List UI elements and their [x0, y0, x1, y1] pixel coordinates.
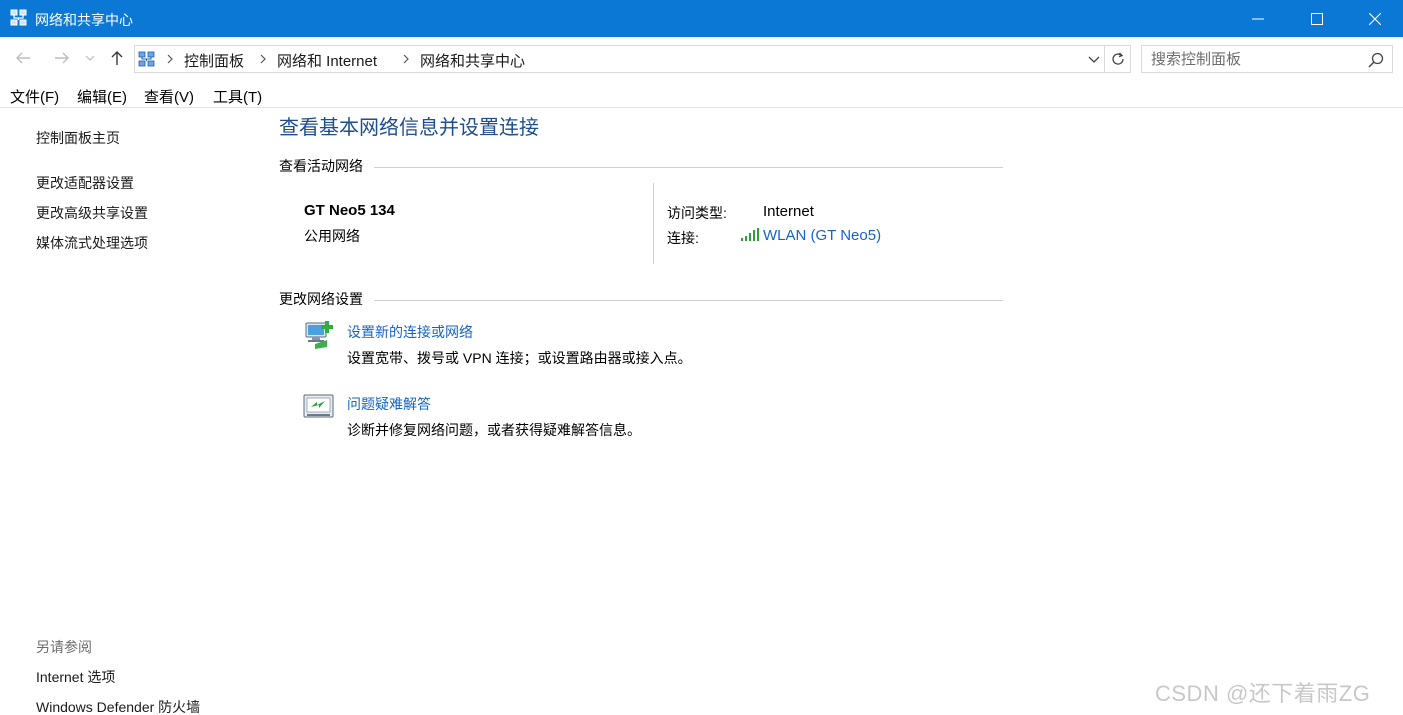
breadcrumb-separator-icon [403, 54, 409, 64]
setup-new-connection-description: 设置宽带、拨号或 VPN 连接；或设置路由器或接入点。 [347, 350, 692, 366]
up-arrow-icon [111, 51, 123, 65]
search-input[interactable] [1151, 50, 1351, 68]
menu-bar: 文件(F) 编辑(E) 查看(V) 工具(T) [0, 81, 1403, 108]
watermark: CSDN @还下着雨ZG [1155, 681, 1371, 706]
control-panel-icon [138, 51, 155, 67]
chevron-down-icon [1088, 56, 1100, 63]
breadcrumb-separator-icon [167, 54, 173, 64]
see-also-heading: 另请参阅 [36, 639, 92, 655]
breadcrumb-network-sharing-center[interactable]: 网络和共享中心 [420, 50, 525, 71]
access-type-label: 访问类型: [667, 205, 727, 221]
minimize-button[interactable] [1229, 0, 1287, 37]
windows-defender-firewall-link[interactable]: Windows Defender 防火墙 [36, 697, 200, 715]
forward-arrow-icon [55, 52, 69, 64]
new-connection-icon [305, 321, 333, 349]
wifi-signal-icon [741, 228, 759, 241]
section-divider [374, 300, 1003, 301]
change-adapter-settings-link[interactable]: 更改适配器设置 [36, 173, 134, 193]
change-advanced-sharing-link[interactable]: 更改高级共享设置 [36, 203, 148, 223]
internet-options-link[interactable]: Internet 选项 [36, 667, 115, 687]
back-arrow-icon [16, 52, 30, 64]
breadcrumb-separator-icon [260, 54, 266, 64]
back-button[interactable] [12, 47, 34, 69]
refresh-icon [1112, 52, 1124, 65]
breadcrumb-control-panel[interactable]: 控制面板 [184, 50, 244, 71]
change-settings-heading: 更改网络设置 [279, 291, 363, 307]
network-name: GT Neo5 134 [304, 202, 395, 219]
wlan-connection-link[interactable]: WLAN (GT Neo5) [763, 227, 881, 244]
close-button[interactable] [1346, 0, 1403, 37]
maximize-icon [1311, 12, 1323, 25]
menu-file[interactable]: 文件(F) [10, 86, 59, 107]
minimize-icon [1252, 18, 1264, 19]
maximize-button[interactable] [1288, 0, 1346, 37]
menu-edit[interactable]: 编辑(E) [77, 86, 127, 107]
network-center-icon [10, 9, 27, 26]
page-title: 查看基本网络信息并设置连接 [279, 117, 539, 139]
control-panel-home-link[interactable]: 控制面板主页 [36, 128, 120, 148]
vertical-divider [653, 183, 654, 264]
recent-locations-button[interactable] [82, 47, 98, 69]
setup-new-connection-link[interactable]: 设置新的连接或网络 [347, 322, 473, 342]
breadcrumb-network-internet[interactable]: 网络和 Internet [277, 50, 377, 71]
active-networks-heading: 查看活动网络 [279, 158, 363, 174]
search-icon[interactable] [1366, 50, 1386, 70]
search-box[interactable] [1141, 45, 1393, 73]
window-title: 网络和共享中心 [35, 12, 133, 28]
troubleshoot-description: 诊断并修复网络问题，或者获得疑难解答信息。 [347, 422, 641, 438]
close-icon [1369, 12, 1381, 25]
access-type-value: Internet [763, 203, 814, 220]
media-streaming-options-link[interactable]: 媒体流式处理选项 [36, 233, 148, 253]
troubleshoot-link[interactable]: 问题疑难解答 [347, 394, 431, 414]
menu-tools[interactable]: 工具(T) [213, 86, 262, 107]
title-bar: 网络和共享中心 [0, 0, 1403, 37]
network-category-link[interactable]: 公用网络 [304, 226, 360, 246]
refresh-button[interactable] [1104, 46, 1131, 72]
section-divider [374, 167, 1003, 168]
troubleshoot-icon [303, 394, 334, 418]
chevron-down-icon [85, 55, 95, 61]
connection-label: 连接: [667, 230, 699, 246]
address-dropdown-button[interactable] [1084, 50, 1104, 70]
up-button[interactable] [106, 47, 128, 69]
address-bar[interactable]: 控制面板 网络和 Internet 网络和共享中心 [134, 45, 1131, 73]
menu-view[interactable]: 查看(V) [144, 86, 194, 107]
forward-button[interactable] [51, 47, 73, 69]
